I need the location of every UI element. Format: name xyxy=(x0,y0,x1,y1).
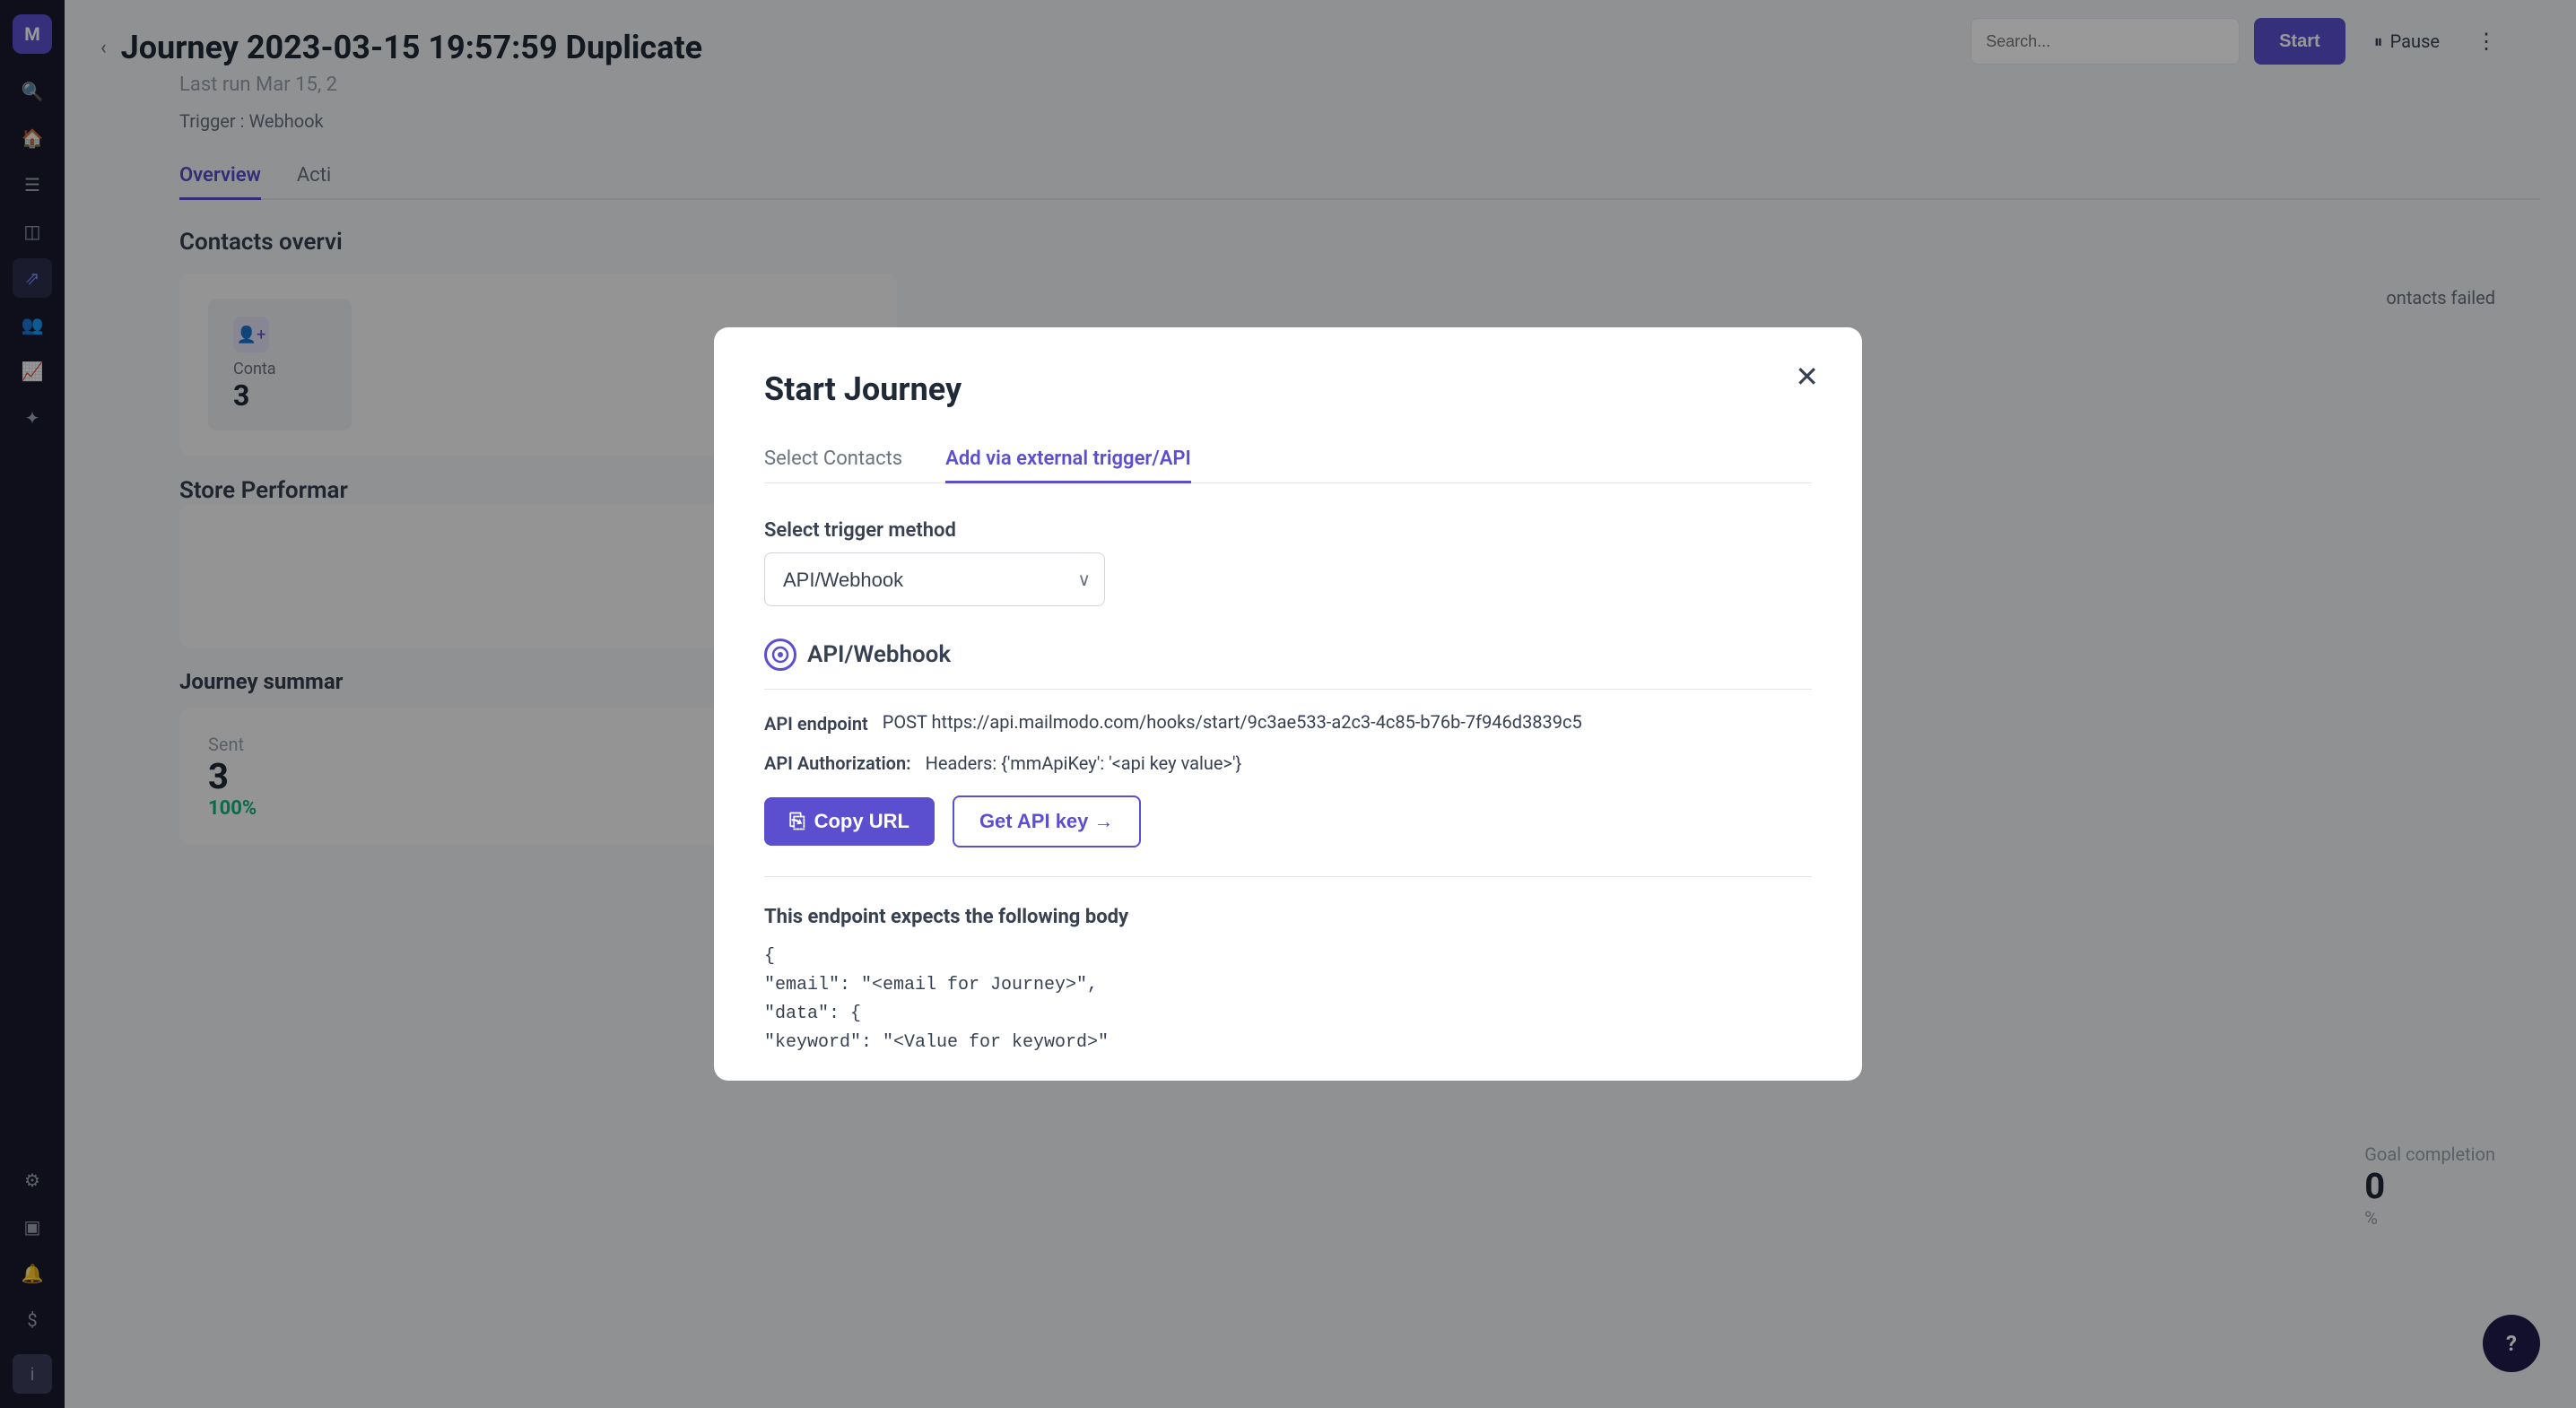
trigger-method-wrapper: API/Webhook ∨ xyxy=(764,552,1105,606)
code-line-2: "email": "<email for Journey>", xyxy=(764,971,1812,1000)
api-endpoint-label: API endpoint xyxy=(764,711,868,734)
copy-url-button[interactable]: ⎘ Copy URL xyxy=(764,797,935,846)
api-auth-row: API Authorization: Headers: {'mmApiKey':… xyxy=(764,752,1812,774)
modal-overlay[interactable]: ✕ Start Journey Select Contacts Add via … xyxy=(0,0,2576,1408)
code-line-4: "keyword": "<Value for keyword>" xyxy=(764,1029,1812,1057)
api-webhook-section: API/Webhook API endpoint POST https://ap… xyxy=(764,639,1812,1081)
endpoint-body-title: This endpoint expects the following body xyxy=(764,906,1812,928)
code-line-3: "data": { xyxy=(764,1000,1812,1029)
start-journey-modal: ✕ Start Journey Select Contacts Add via … xyxy=(714,327,1862,1081)
code-line-1: { xyxy=(764,943,1812,971)
actions-row: ⎘ Copy URL Get API key → xyxy=(764,795,1812,877)
get-api-key-button[interactable]: Get API key → xyxy=(953,795,1141,847)
modal-close-button[interactable]: ✕ xyxy=(1795,360,1819,394)
tab-external-trigger[interactable]: Add via external trigger/API xyxy=(945,437,1191,483)
code-block: { "email": "<email for Journey>", "data"… xyxy=(764,943,1812,1057)
endpoint-method: POST xyxy=(883,711,927,733)
api-endpoint-value: POST https://api.mailmodo.com/hooks/star… xyxy=(883,711,1582,733)
trigger-method-label: Select trigger method xyxy=(764,519,1812,542)
api-auth-value: Headers: {'mmApiKey': '<api key value>'} xyxy=(926,752,1242,774)
see-guide-link[interactable]: See detailed guide xyxy=(764,1079,910,1081)
modal-tabs: Select Contacts Add via external trigger… xyxy=(764,437,1812,483)
trigger-method-select[interactable]: API/Webhook xyxy=(764,552,1105,606)
webhook-title: API/Webhook xyxy=(807,641,951,668)
endpoint-url: https://api.mailmodo.com/hooks/start/9c3… xyxy=(932,711,1582,733)
modal-title: Start Journey xyxy=(764,370,1812,408)
webhook-icon xyxy=(764,639,796,671)
copy-icon: ⎘ xyxy=(789,810,805,833)
tab-select-contacts[interactable]: Select Contacts xyxy=(764,437,902,482)
api-endpoint-row: API endpoint POST https://api.mailmodo.c… xyxy=(764,711,1812,734)
api-auth-label: API Authorization: xyxy=(764,752,911,774)
api-webhook-header: API/Webhook xyxy=(764,639,1812,690)
